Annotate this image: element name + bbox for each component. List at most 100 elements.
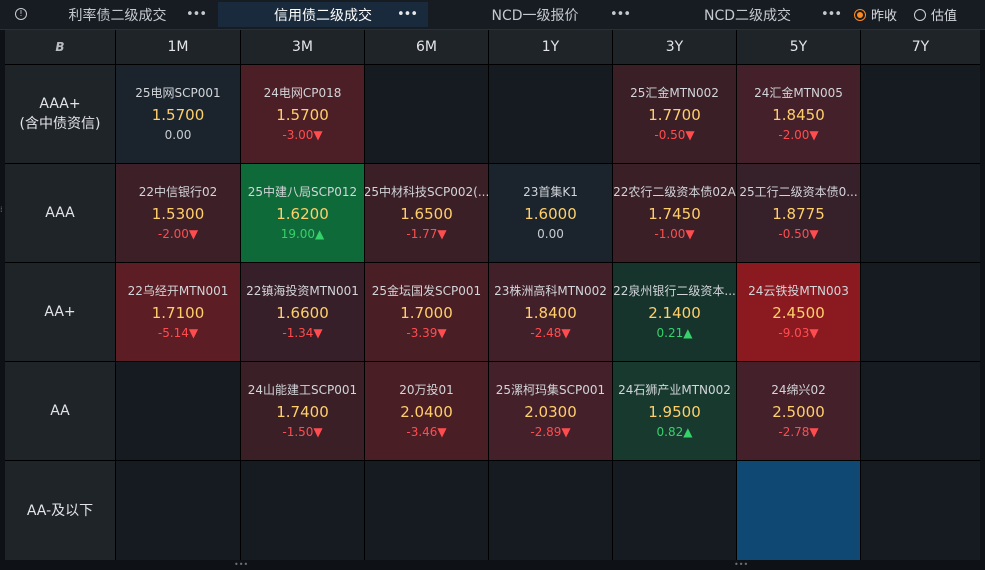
bond-cell[interactable]: 23首集K1 1.6000 0.00 (489, 164, 612, 262)
empty-cell (116, 461, 240, 560)
logo-icon: B (55, 40, 65, 54)
bond-change-bp: -1.00▼ (654, 227, 695, 241)
resize-handle-icon[interactable]: ••• (234, 560, 248, 569)
bond-name: 25金坛国发SCP001 (371, 284, 482, 298)
more-icon[interactable]: ••• (821, 0, 842, 29)
bond-change-bp: -3.00▼ (282, 128, 323, 142)
column-header-3m[interactable]: 3M (241, 30, 364, 64)
bond-name: 24电网CP018 (263, 86, 342, 100)
empty-cell (861, 65, 980, 163)
tab-ncd-primary-quote[interactable]: NCD一级报价 (460, 2, 610, 27)
column-header-7y[interactable]: 7Y (861, 30, 980, 64)
bond-cell[interactable]: 24电网CP018 1.5700 -3.00▼ (241, 65, 364, 163)
bond-yield: 1.7700 (648, 106, 701, 124)
bond-name: 25工行二级资本债0... (739, 185, 858, 199)
bond-cell[interactable]: 22中信银行02 1.5300 -2.00▼ (116, 164, 240, 262)
empty-cell (116, 362, 240, 460)
bond-yield: 1.7450 (648, 205, 701, 223)
bond-cell[interactable]: 22泉州银行二级资本... 2.1400 0.21▲ (613, 263, 736, 361)
bond-cell[interactable]: 25金坛国发SCP001 1.7000 -3.39▼ (365, 263, 488, 361)
bond-yield: 1.5700 (151, 106, 205, 124)
bond-change-bp: -0.50▼ (654, 128, 695, 142)
more-icon[interactable]: ••• (186, 0, 207, 29)
row-header[interactable]: AA (5, 362, 115, 460)
tab-rate-bond-secondary[interactable]: 利率债二级成交 (40, 2, 195, 27)
bond-yield: 1.7000 (400, 304, 453, 322)
bond-change-bp: -3.39▼ (406, 326, 447, 340)
bond-yield: 1.6000 (524, 205, 577, 223)
bond-cell[interactable]: 23株洲高科MTN002 1.8400 -2.48▼ (489, 263, 612, 361)
empty-cell (365, 65, 488, 163)
bond-yield: 1.7100 (151, 304, 205, 322)
corner-header: B (5, 30, 115, 64)
tab-bar: ! 利率债二级成交 ••• 信用债二级成交 ••• NCD一级报价 ••• NC… (0, 0, 985, 30)
bond-change-bp: -1.77▼ (406, 227, 447, 241)
bond-cell[interactable]: 25中建八局SCP012 1.6200 19.00▲ (241, 164, 364, 262)
empty-cell (861, 362, 980, 460)
bond-change-bp: -2.89▼ (530, 425, 571, 439)
row-header[interactable]: AA-及以下 (5, 461, 115, 560)
info-icon[interactable]: ! (15, 8, 27, 20)
resize-handle-icon[interactable]: ••• (734, 560, 748, 569)
bond-change-bp: -3.46▼ (406, 425, 447, 439)
more-icon[interactable]: ••• (610, 0, 631, 29)
empty-cell (489, 65, 612, 163)
bond-cell[interactable]: 25电网SCP001 1.5700 0.00 (116, 65, 240, 163)
bond-cell[interactable]: 20万投01 2.0400 -3.46▼ (365, 362, 488, 460)
bond-cell[interactable] (737, 461, 860, 560)
bond-cell[interactable]: 22农行二级资本债02A 1.7450 -1.00▼ (613, 164, 736, 262)
bond-yield: 1.6200 (276, 205, 329, 223)
column-header-6m[interactable]: 6M (365, 30, 488, 64)
bond-name: 24绵兴02 (771, 383, 826, 397)
tab-ncd-secondary[interactable]: NCD二级成交 (670, 2, 825, 27)
empty-cell (241, 461, 364, 560)
bond-change-bp: -0.50▼ (778, 227, 819, 241)
bond-yield: 2.5000 (772, 403, 825, 421)
bond-name: 25汇金MTN002 (630, 86, 719, 100)
bond-change-bp: -2.00▼ (778, 128, 819, 142)
row-header[interactable]: AAA (5, 164, 115, 262)
bond-yield: 1.6600 (276, 304, 329, 322)
bond-cell[interactable]: 24汇金MTN005 1.8450 -2.00▼ (737, 65, 860, 163)
bond-cell[interactable]: 22乌经开MTN001 1.7100 -5.14▼ (116, 263, 240, 361)
bond-name: 25中材科技SCP002(... (365, 185, 488, 199)
bond-name: 24石狮产业MTN002 (618, 383, 731, 397)
radio-valuation[interactable]: 估值 (914, 5, 957, 24)
bond-yield: 1.8400 (524, 304, 577, 322)
more-icon[interactable]: ••• (397, 0, 418, 29)
bond-change-bp: -2.48▼ (530, 326, 571, 340)
empty-cell (365, 461, 488, 560)
column-header-3y[interactable]: 3Y (613, 30, 736, 64)
bond-cell[interactable]: 25汇金MTN002 1.7700 -0.50▼ (613, 65, 736, 163)
bond-change-bp: -2.00▼ (157, 227, 199, 241)
bond-yield: 2.4500 (772, 304, 825, 322)
bond-cell[interactable]: 25中材科技SCP002(... 1.6500 -1.77▼ (365, 164, 488, 262)
bond-yield: 1.7400 (276, 403, 329, 421)
radio-prev-close[interactable]: 昨收 (854, 5, 897, 24)
empty-cell (861, 164, 980, 262)
bond-yield: 2.1400 (648, 304, 701, 322)
bond-change-bp: 0.82▲ (656, 425, 693, 439)
bond-cell[interactable]: 24石狮产业MTN002 1.9500 0.82▲ (613, 362, 736, 460)
bond-yield: 2.0400 (400, 403, 453, 421)
row-header[interactable]: AAA+ (含中债资信) (5, 65, 115, 163)
bond-cell[interactable]: 24云铁投MTN003 2.4500 -9.03▼ (737, 263, 860, 361)
bond-change-bp: -5.14▼ (157, 326, 199, 340)
bond-yield: 2.0300 (524, 403, 577, 421)
column-header-5y[interactable]: 5Y (737, 30, 860, 64)
column-header-1m[interactable]: 1M (116, 30, 240, 64)
resize-handle-icon[interactable]: ⁞ (0, 205, 3, 214)
bond-change-bp: -9.03▼ (778, 326, 819, 340)
bond-cell[interactable]: 24山能建工SCP001 1.7400 -1.50▼ (241, 362, 364, 460)
radio-label: 昨收 (871, 9, 898, 24)
bond-name: 24山能建工SCP001 (247, 383, 358, 397)
credit-bond-matrix: B 1M 3M 6M 1Y 3Y 5Y 7Y AAA+ (含中债资信) 25电网SCP001 1.… (5, 30, 980, 560)
bond-cell[interactable]: 22镇海投资MTN001 1.6600 -1.34▼ (241, 263, 364, 361)
column-header-1y[interactable]: 1Y (489, 30, 612, 64)
row-header[interactable]: AA+ (5, 263, 115, 361)
bond-cell[interactable]: 24绵兴02 2.5000 -2.78▼ (737, 362, 860, 460)
bond-cell[interactable]: 25漯柯玛集SCP001 2.0300 -2.89▼ (489, 362, 612, 460)
bond-cell[interactable]: 25工行二级资本债0... 1.8775 -0.50▼ (737, 164, 860, 262)
bond-change-bp: -1.50▼ (282, 425, 323, 439)
empty-cell (861, 461, 980, 560)
